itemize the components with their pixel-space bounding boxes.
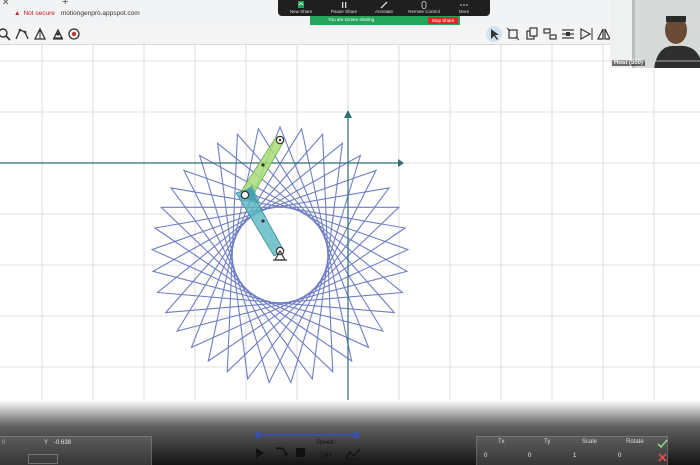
scale-input[interactable]: 1	[573, 453, 576, 459]
more-label: More	[458, 9, 470, 14]
flip-icon[interactable]	[578, 26, 594, 42]
triangle-link-icon[interactable]	[32, 26, 48, 42]
chart-icon[interactable]	[345, 448, 361, 459]
pointer-icon[interactable]	[486, 26, 502, 42]
search-icon[interactable]	[0, 26, 12, 42]
new-tab-icon[interactable]: +	[62, 0, 68, 8]
step-icon[interactable]	[275, 447, 287, 454]
moving-pivot-middle[interactable]	[240, 190, 250, 200]
stop-share-button[interactable]: Stop Share	[428, 17, 458, 24]
app-toolbar	[0, 24, 700, 45]
url-text: motiongenpro.appspot.com	[60, 10, 140, 17]
animation-controls	[254, 431, 361, 460]
coupler-point-marker	[261, 163, 265, 167]
sharing-status-text: You are screen sharing	[328, 17, 375, 22]
timeline-end-handle[interactable]	[352, 431, 360, 439]
stop-icon[interactable]	[296, 448, 305, 457]
four-bar-icon[interactable]	[14, 26, 30, 42]
more-icon	[460, 4, 468, 6]
security-warning: Not secure	[23, 10, 55, 17]
transform-actions	[657, 439, 668, 462]
drawing-canvas[interactable]	[0, 45, 700, 400]
new-share-label: New Share	[289, 9, 313, 14]
address-bar[interactable]: ▲ Not secure motiongenpro.appspot.com	[14, 10, 140, 17]
scale-label: Scale	[582, 439, 598, 445]
ty-input[interactable]: 0	[528, 453, 531, 459]
distribute-icon[interactable]	[560, 26, 576, 42]
coordinate-input[interactable]	[28, 454, 58, 464]
mouse-icon	[421, 1, 427, 9]
bottom-panel: Y -0.638 0 Speed : 1/4X Tx Ty Scale Rota…	[0, 400, 700, 465]
y-axis-arrow	[344, 110, 352, 118]
warning-icon: ▲	[14, 10, 21, 17]
align-icon[interactable]	[542, 26, 558, 42]
annotate-label: Annotate	[374, 9, 393, 14]
annotate-button[interactable]: Annotate	[364, 0, 404, 14]
screen-sharing-banner: You are screen sharing Stop Share	[310, 16, 460, 25]
x-axis-arrow	[398, 159, 404, 167]
coordinate-panel	[0, 436, 152, 465]
rotate-input[interactable]: 0	[618, 453, 621, 459]
rotate-label: Rotate	[626, 439, 644, 445]
remote-control-button[interactable]: Remote Control	[404, 0, 444, 14]
x-value: 0	[2, 440, 6, 446]
pause-icon	[342, 2, 347, 8]
pen-icon	[380, 1, 388, 9]
confirm-icon[interactable]	[657, 439, 668, 449]
pause-share-button[interactable]: Pause Share	[324, 0, 364, 14]
copy-icon[interactable]	[524, 26, 540, 42]
resize-icon[interactable]	[505, 26, 521, 42]
remote-control-label: Remote Control	[408, 9, 440, 14]
y-value: -0.638	[54, 440, 72, 446]
link-point-marker	[261, 219, 265, 223]
zoom-share-toolbar: New Share Pause Share Annotate Remote Co…	[278, 0, 490, 16]
tab-close-icon[interactable]: ✕	[2, 0, 10, 8]
speed-label: Speed :	[316, 440, 337, 446]
ty-label: Ty	[544, 439, 551, 445]
play-icon[interactable]	[256, 448, 264, 458]
share-up-icon	[298, 1, 304, 8]
pause-share-label: Pause Share	[330, 9, 358, 14]
timeline-start-handle[interactable]	[254, 431, 262, 439]
speed-value[interactable]: 1/4X	[320, 453, 332, 459]
new-share-button[interactable]: New Share	[281, 0, 321, 14]
target-icon[interactable]	[66, 26, 82, 42]
more-button[interactable]: More	[444, 0, 484, 14]
y-label: Y	[44, 440, 49, 446]
tx-label: Tx	[498, 439, 505, 445]
pivot-dot	[278, 138, 282, 142]
tx-input[interactable]: 0	[484, 453, 487, 459]
ground-pivot-icon[interactable]	[50, 26, 66, 42]
